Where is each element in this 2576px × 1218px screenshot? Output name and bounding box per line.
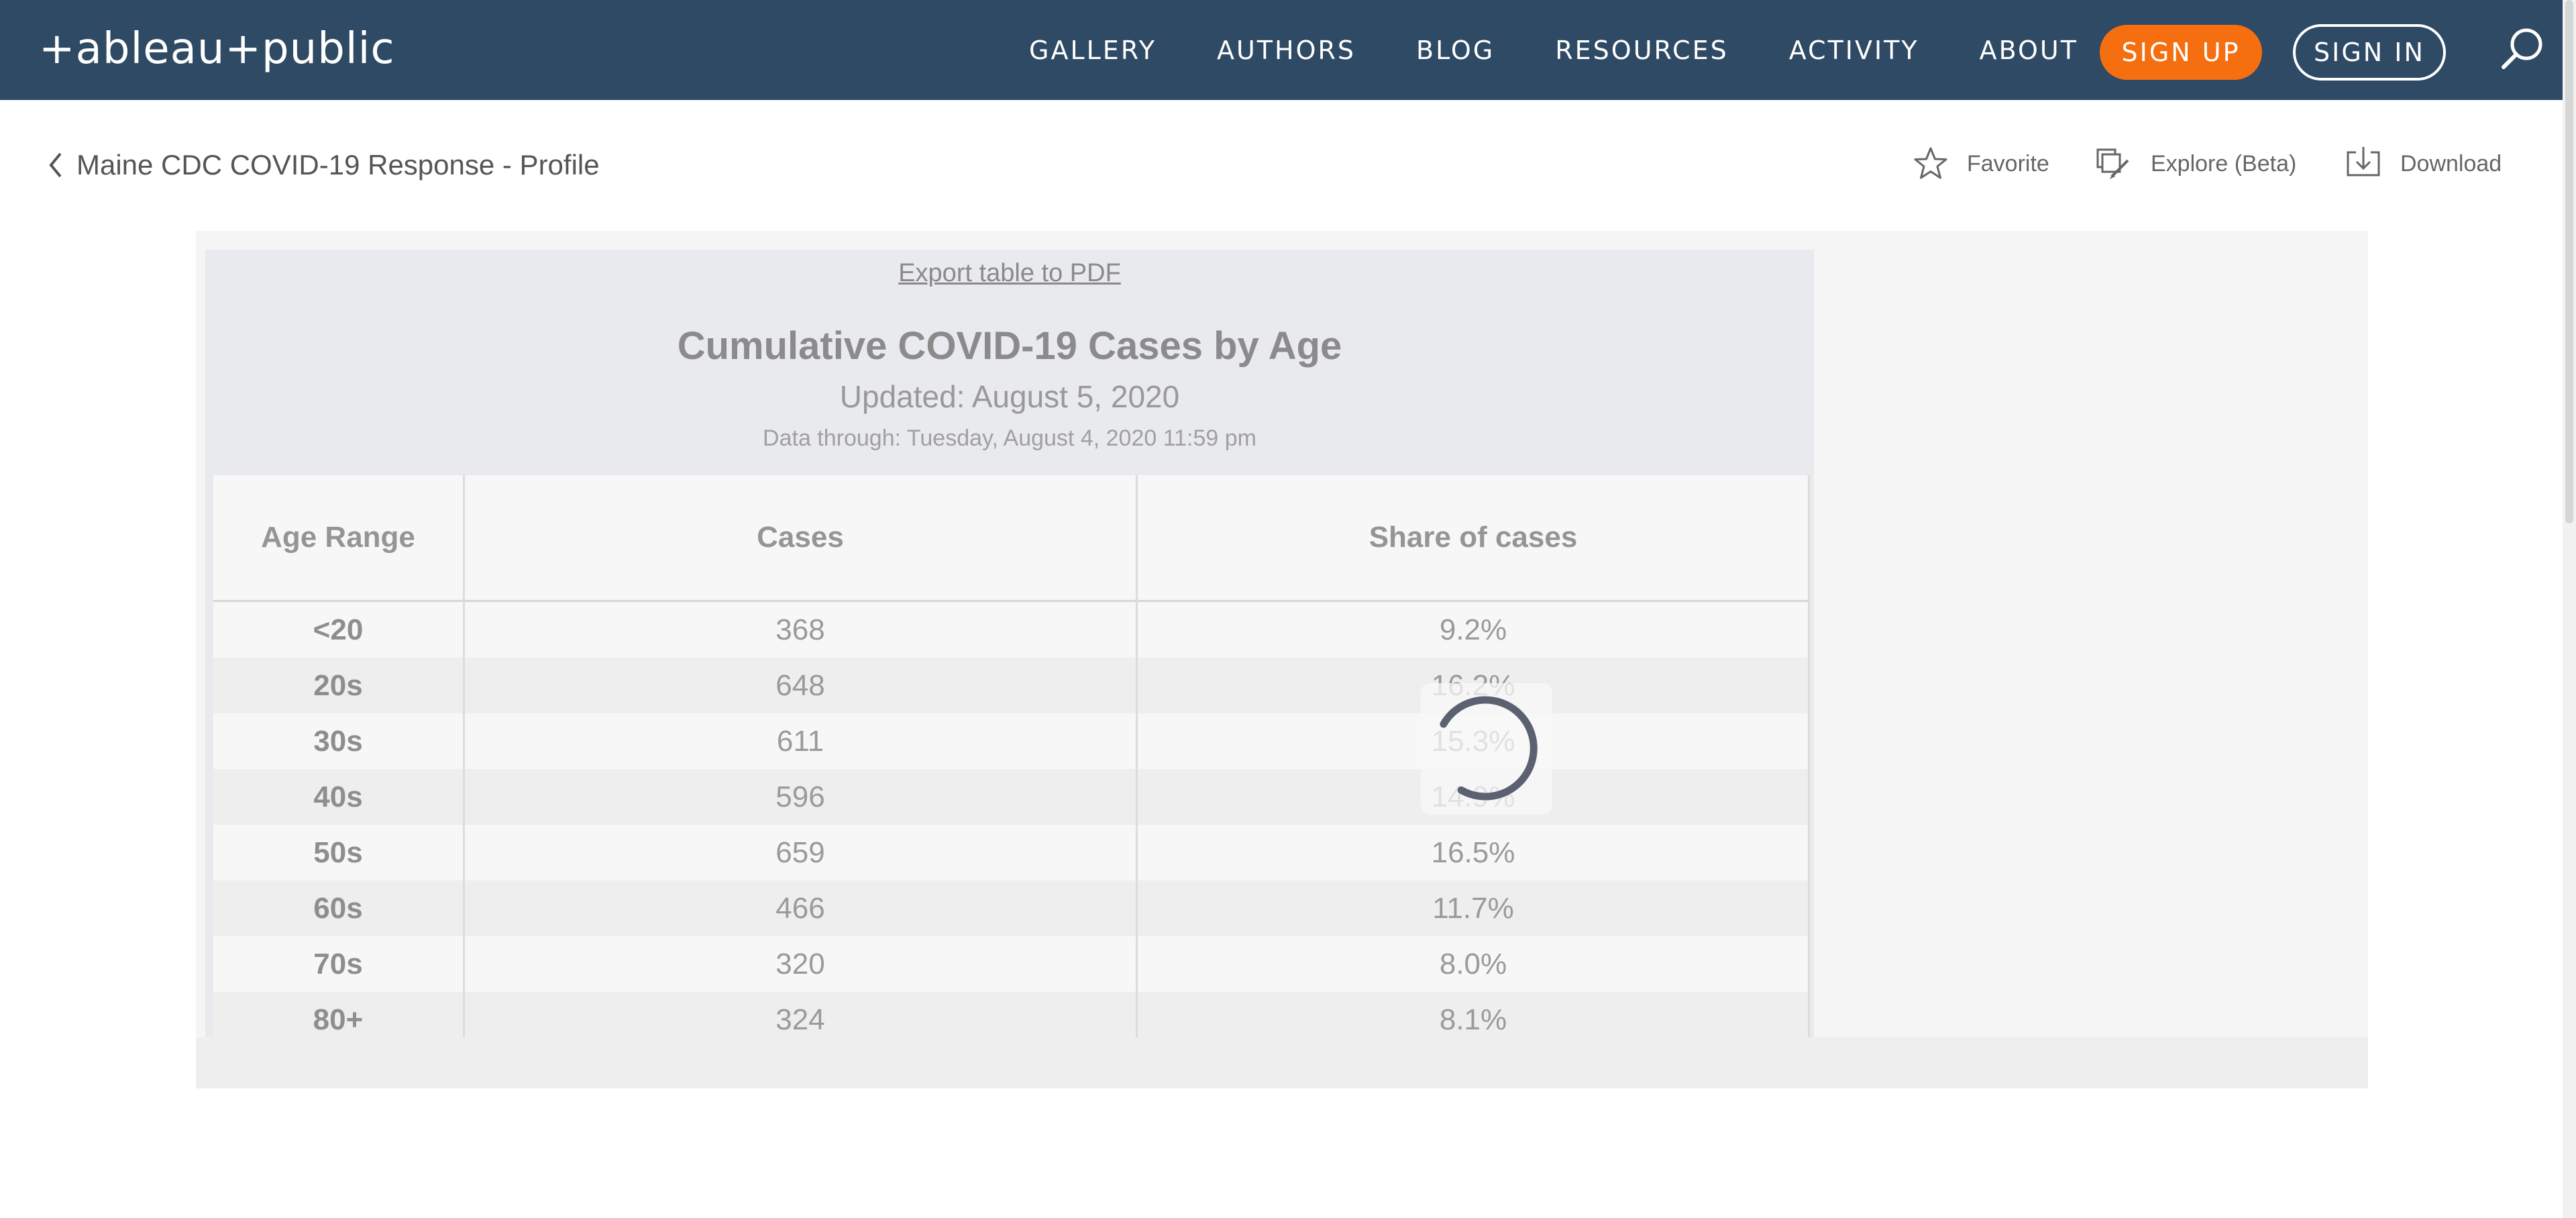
tableau-public-logo[interactable]: +ableau+public	[39, 19, 395, 79]
viz-data-through: Data through: Tuesday, August 4, 2020 11…	[763, 425, 1256, 451]
cases-cell: 320	[775, 947, 825, 980]
loading-spinner	[1421, 683, 1552, 815]
download-action[interactable]: Download	[2344, 142, 2502, 185]
viz-updated-date: Updated: August 5, 2020	[839, 379, 1180, 414]
viz-toolbar-area	[196, 1037, 2368, 1088]
cases-cell: 368	[775, 613, 825, 646]
nav-about-link[interactable]: ABOUT	[1980, 36, 2078, 65]
back-link-label: Maine CDC COVID-19 Response - Profile	[76, 149, 600, 181]
export-table-to-pdf-link[interactable]: Export table to PDF	[205, 259, 1814, 288]
tableau-viz[interactable]: Export table to PDF Cumulative COVID-19 …	[205, 250, 1814, 1037]
nav-gallery-link[interactable]: GALLERY	[1029, 36, 1157, 65]
favorite-label: Favorite	[1967, 150, 2049, 176]
nav-blog-link[interactable]: BLOG	[1416, 36, 1495, 65]
table-row[interactable]: 30s61115.3%	[213, 713, 1810, 769]
table-row[interactable]: 60s 466 11.7%	[213, 880, 1810, 936]
age-range-cell: 80+	[313, 1003, 364, 1036]
table-body: <203689.2%20s64816.2%30s61115.3%40s59614…	[213, 602, 1810, 1037]
share-cell: 9.2%	[1439, 613, 1507, 646]
scrollbar-thumb[interactable]	[2565, 0, 2573, 523]
back-to-profile-link[interactable]: Maine CDC COVID-19 Response - Profile	[43, 145, 600, 185]
age-range-cell: 30s	[313, 724, 363, 758]
nav-resources-link[interactable]: RESOURCES	[1555, 36, 1728, 65]
explore-action[interactable]: Explore (Beta)	[2094, 142, 2296, 185]
share-cell: 8.1%	[1439, 1003, 1507, 1036]
column-divider	[1808, 475, 1810, 1037]
age-range-cell: 50s	[313, 835, 363, 869]
star-icon	[1914, 147, 1947, 179]
table-row[interactable]: <20 368 9.2%	[213, 602, 1810, 658]
explore-edit-icon	[2096, 148, 2129, 179]
sign-in-button[interactable]: SIGN IN	[2293, 24, 2446, 81]
viz-title: Cumulative COVID-19 Cases by Age	[677, 324, 1342, 368]
favorite-action[interactable]: Favorite	[1912, 142, 2049, 185]
share-cell: 16.5%	[1431, 835, 1515, 869]
nav-authors-link[interactable]: AUTHORS	[1217, 36, 1356, 65]
chevron-left-icon	[43, 148, 70, 182]
age-range-cell: 70s	[313, 947, 363, 980]
age-range-cell: 60s	[313, 891, 363, 925]
cases-cell: 611	[776, 724, 824, 758]
table-row[interactable]: 20s64816.2%	[213, 658, 1810, 713]
cases-by-age-table: Age Range Cases Share of cases <20 368 9.2…	[213, 475, 1810, 1037]
nav-activity-link[interactable]: ACTIVITY	[1789, 36, 1919, 65]
cases-cell: 648	[775, 668, 825, 702]
share-cell: 11.7%	[1432, 891, 1514, 925]
header-age-range: Age Range	[261, 521, 415, 554]
table-row[interactable]: 40s59614.9%	[213, 769, 1810, 825]
table-row[interactable]: 70s 320 8.0%	[213, 936, 1810, 992]
cases-cell: 659	[775, 835, 825, 869]
table-row[interactable]: 50s 659 16.5%	[213, 825, 1810, 880]
search-icon[interactable]	[2496, 23, 2549, 77]
cases-cell: 466	[775, 891, 825, 925]
nav-links: GALLERY AUTHORS BLOG RESOURCES ACTIVITY …	[1029, 31, 2078, 70]
header-share-of-cases: Share of cases	[1368, 521, 1578, 554]
download-icon	[2347, 147, 2380, 176]
table-row[interactable]: 80+ 324 8.1%	[213, 992, 1810, 1037]
share-cell: 8.0%	[1439, 947, 1507, 980]
cases-cell: 596	[775, 780, 825, 813]
age-range-cell: 20s	[313, 668, 363, 702]
explore-label: Explore (Beta)	[2151, 150, 2297, 176]
header-cases: Cases	[757, 521, 844, 554]
top-navigation-bar: +ableau+public GALLERY AUTHORS BLOG RESO…	[0, 0, 2563, 100]
column-divider	[1136, 475, 1138, 1037]
age-range-cell: <20	[313, 613, 364, 646]
download-label: Download	[2400, 150, 2502, 176]
spinner-icon	[1440, 696, 1538, 801]
sign-up-button[interactable]: SIGN UP	[2100, 25, 2262, 80]
column-divider	[463, 475, 465, 1037]
cases-cell: 324	[775, 1003, 825, 1036]
age-range-cell: 40s	[313, 780, 363, 813]
